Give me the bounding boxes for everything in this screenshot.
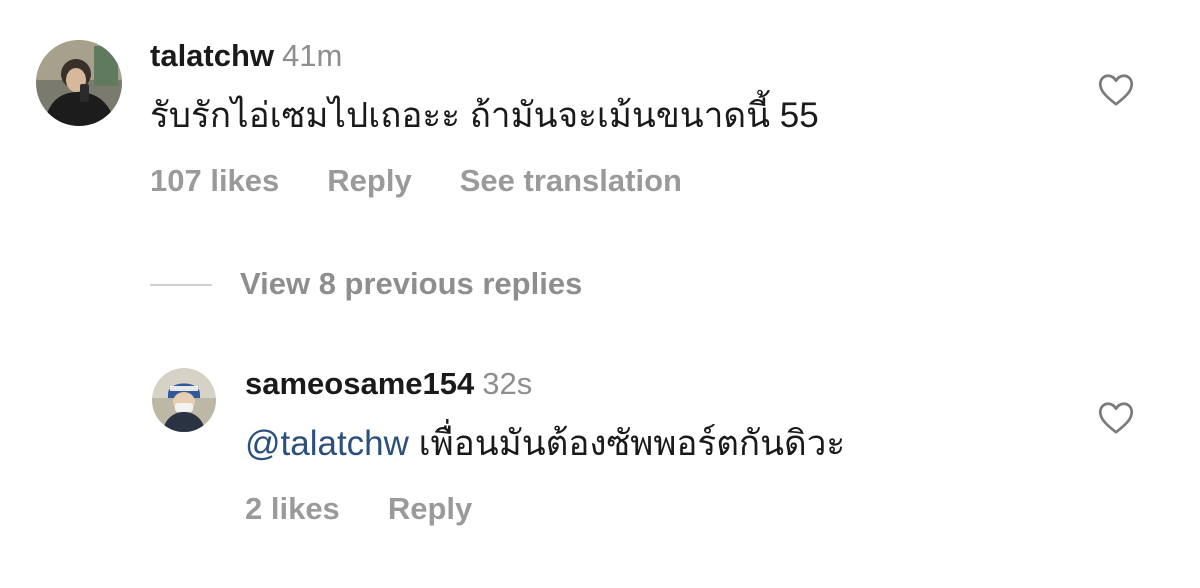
reply-item: sameosame154 32s @talatchw เพื่อนมันต้องซ… [0,340,1200,588]
timestamp: 41m [282,38,343,73]
reply-button[interactable]: Reply [327,163,411,199]
avatar-sameosame154[interactable] [152,368,216,432]
username[interactable]: sameosame154 [245,366,474,401]
likes-count[interactable]: 2 likes [245,491,340,527]
heart-outline-icon[interactable] [1098,73,1134,107]
reply-button[interactable]: Reply [388,491,472,527]
see-translation-button[interactable]: See translation [460,163,682,199]
divider-line [150,284,212,286]
comment-item: talatchw 41m รับรักไอ่เซมไปเถอะะ ถ้ามันจะ… [0,0,1200,230]
reply-message: เพื่อนมันต้องซัพพอร์ตกันดิวะ [418,424,846,463]
username[interactable]: talatchw [150,38,274,73]
comment-meta: talatchw 41m [150,38,342,74]
comment-text: รับรักไอ่เซมไปเถอะะ ถ้ามันจะเม้นขนาดนี้ … [150,96,819,135]
reply-text: @talatchw เพื่อนมันต้องซัพพอร์ตกันดิวะ [245,422,845,466]
comment-actions: 107 likes Reply See translation [150,163,682,199]
likes-count[interactable]: 107 likes [150,163,279,199]
timestamp: 32s [482,366,533,401]
heart-outline-icon[interactable] [1098,401,1134,435]
avatar-image [152,368,216,432]
mention-link[interactable]: @talatchw [245,424,409,463]
avatar-talatchw[interactable] [36,40,122,126]
view-replies-label[interactable]: View 8 previous replies [240,266,582,302]
reply-meta: sameosame154 32s [245,366,532,402]
reply-actions: 2 likes Reply [245,491,472,527]
avatar-image [36,40,122,126]
